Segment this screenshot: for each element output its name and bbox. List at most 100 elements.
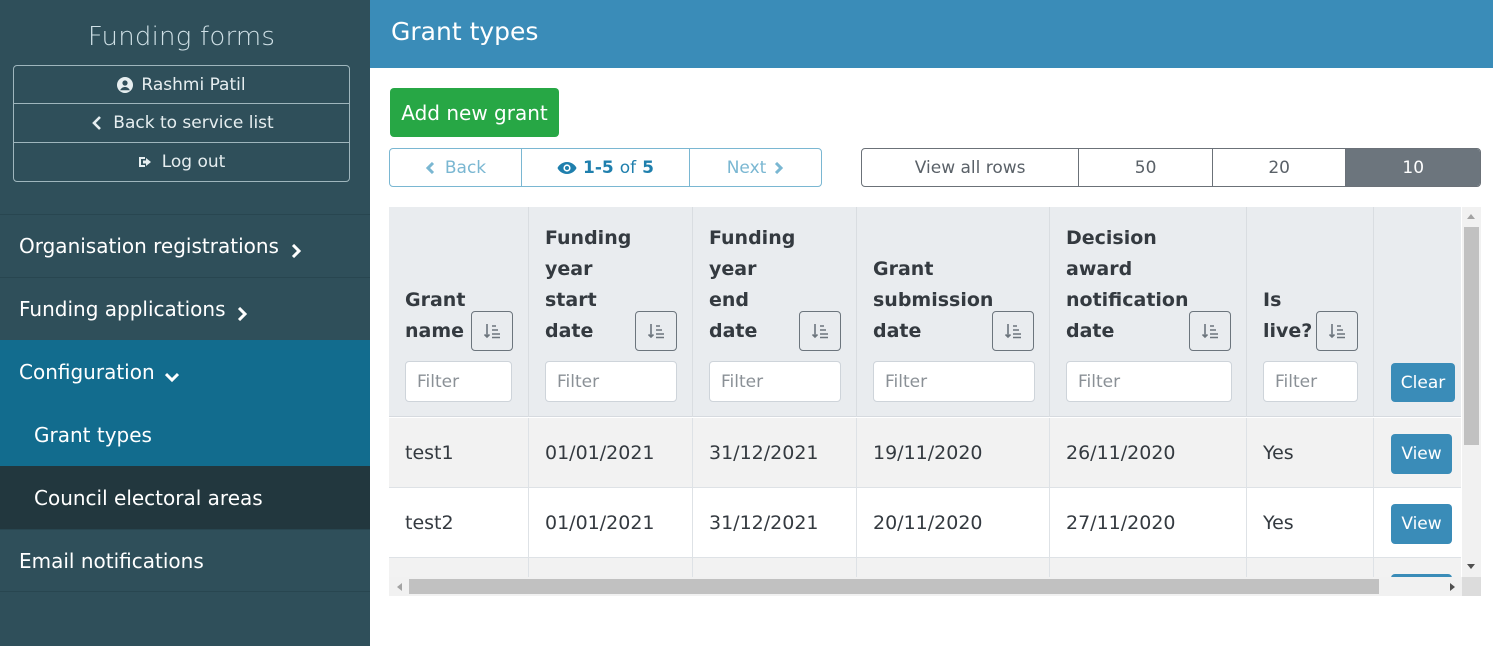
scroll-down-arrow-icon[interactable] bbox=[1467, 564, 1475, 569]
table-row bbox=[389, 558, 1461, 577]
chevron-right-icon bbox=[235, 302, 249, 322]
filter-input-is-live[interactable]: Filter bbox=[1263, 361, 1358, 402]
nav-label: Configuration bbox=[19, 360, 155, 384]
column-title: Is live? bbox=[1263, 289, 1313, 342]
cell-is-live: Yes bbox=[1247, 418, 1374, 488]
nav-label: Grant types bbox=[34, 423, 152, 447]
view-button[interactable]: View bbox=[1391, 434, 1452, 474]
column-header-submission-date: Grant submission date Filter bbox=[857, 207, 1050, 417]
cell-funding-end: 31/12/2021 bbox=[693, 488, 857, 558]
filter-input-grant-name[interactable]: Filter bbox=[405, 361, 512, 402]
user-profile-link[interactable]: Rashmi Patil bbox=[13, 65, 350, 104]
pager-back-label: Back bbox=[444, 157, 487, 178]
table-row: test2 01/01/2021 31/12/2021 20/11/2020 2… bbox=[389, 488, 1461, 558]
cell-empty bbox=[857, 558, 1050, 577]
column-title: Funding year start date bbox=[545, 227, 632, 342]
nav-configuration[interactable]: Configuration bbox=[0, 340, 370, 403]
pager-next-button[interactable]: Next bbox=[690, 149, 821, 186]
back-to-service-label: Back to service list bbox=[113, 113, 274, 133]
horizontal-scroll-thumb[interactable] bbox=[409, 579, 1379, 594]
cell-empty bbox=[1050, 558, 1247, 577]
cell-grant-name: test1 bbox=[389, 418, 529, 488]
view-button[interactable]: View bbox=[1391, 504, 1452, 544]
nav-funding-applications[interactable]: Funding applications bbox=[0, 277, 370, 340]
add-new-grant-button[interactable]: Add new grant bbox=[390, 88, 559, 137]
chevron-down-icon bbox=[164, 365, 179, 383]
logout-link[interactable]: Log out bbox=[13, 142, 350, 182]
pager-back-button[interactable]: Back bbox=[390, 149, 522, 186]
cell-funding-start: 01/01/2021 bbox=[529, 488, 693, 558]
pagination: Back 1-5 of 5 Next bbox=[389, 148, 822, 187]
sort-icon bbox=[1328, 324, 1345, 339]
vertical-scroll-thumb[interactable] bbox=[1464, 227, 1479, 445]
sign-out-icon bbox=[138, 157, 151, 167]
table-header: Grant name Filter Funding year start dat… bbox=[389, 207, 1461, 417]
view-all-rows-button[interactable]: View all rows bbox=[862, 149, 1080, 186]
sort-icon bbox=[483, 324, 500, 339]
column-header-decision-date: Decision award notification date Filter bbox=[1050, 207, 1247, 417]
user-name: Rashmi Patil bbox=[141, 74, 246, 95]
pager-next-label: Next bbox=[726, 157, 767, 178]
chevron-left-icon bbox=[92, 116, 102, 130]
nav-label: Email notifications bbox=[19, 548, 204, 573]
chevron-right-icon bbox=[775, 161, 784, 174]
rows-50-button[interactable]: 50 bbox=[1079, 149, 1213, 186]
nav-label: Funding applications bbox=[19, 297, 226, 321]
filter-input-funding-start[interactable]: Filter bbox=[545, 361, 677, 402]
scroll-left-arrow-icon[interactable] bbox=[397, 583, 402, 591]
column-title: Funding year end date bbox=[709, 227, 796, 342]
sort-button[interactable] bbox=[1316, 311, 1358, 351]
table-row: test1 01/01/2021 31/12/2021 19/11/2020 2… bbox=[389, 418, 1461, 488]
sort-icon bbox=[1201, 324, 1218, 339]
cell-decision-date: 27/11/2020 bbox=[1050, 488, 1247, 558]
vertical-scrollbar[interactable] bbox=[1462, 207, 1481, 577]
sort-button[interactable] bbox=[471, 311, 513, 351]
nav-organisation-registrations[interactable]: Organisation registrations bbox=[0, 214, 370, 277]
cell-empty bbox=[693, 558, 857, 577]
cell-empty bbox=[529, 558, 693, 577]
column-header-is-live: Is live? Filter bbox=[1247, 207, 1374, 417]
scroll-right-arrow-icon[interactable] bbox=[1450, 583, 1455, 591]
page-title: Grant types bbox=[391, 17, 539, 46]
sort-icon bbox=[1004, 324, 1021, 339]
rows-20-button[interactable]: 20 bbox=[1213, 149, 1347, 186]
rows-10-button[interactable]: 10 bbox=[1346, 149, 1480, 186]
eye-icon bbox=[557, 161, 577, 174]
logout-label: Log out bbox=[161, 152, 226, 172]
nav-label: Organisation registrations bbox=[19, 234, 279, 258]
column-title: Decision award notification date bbox=[1066, 227, 1189, 342]
filter-input-submission-date[interactable]: Filter bbox=[873, 361, 1035, 402]
sidebar-title: Funding forms bbox=[87, 22, 276, 52]
cell-funding-start: 01/01/2021 bbox=[529, 418, 693, 488]
sort-button[interactable] bbox=[799, 311, 841, 351]
user-circle-icon bbox=[117, 76, 134, 93]
horizontal-scrollbar[interactable] bbox=[389, 577, 1462, 596]
column-title: Grant submission date bbox=[873, 258, 994, 342]
nav-council-electoral-areas[interactable]: Council electoral areas bbox=[0, 466, 370, 529]
nav-label: Council electoral areas bbox=[34, 486, 263, 510]
clear-filters-button[interactable]: Clear bbox=[1391, 363, 1455, 402]
sort-icon bbox=[647, 324, 664, 339]
nav-email-notifications[interactable]: Email notifications bbox=[0, 529, 370, 592]
chevron-right-icon bbox=[289, 239, 303, 259]
grant-table: Grant name Filter Funding year start dat… bbox=[389, 207, 1461, 577]
column-header-funding-start: Funding year start date Filter bbox=[529, 207, 693, 417]
column-title: Grant name bbox=[405, 289, 466, 342]
scroll-up-arrow-icon[interactable] bbox=[1467, 214, 1475, 219]
column-header-actions: Clear bbox=[1374, 207, 1461, 417]
pager-total: 5 bbox=[642, 157, 654, 178]
nav-grant-types[interactable]: Grant types bbox=[0, 403, 370, 466]
filter-input-decision-date[interactable]: Filter bbox=[1066, 361, 1232, 402]
sort-button[interactable] bbox=[635, 311, 677, 351]
cell-submission-date: 19/11/2020 bbox=[857, 418, 1050, 488]
cell-is-live: Yes bbox=[1247, 488, 1374, 558]
back-to-service-list-link[interactable]: Back to service list bbox=[13, 103, 350, 143]
sort-button[interactable] bbox=[1189, 311, 1231, 351]
pager-of: of bbox=[619, 157, 637, 178]
page-header: Grant types bbox=[370, 0, 1493, 68]
filter-input-funding-end[interactable]: Filter bbox=[709, 361, 841, 402]
sort-button[interactable] bbox=[992, 311, 1034, 351]
cell-decision-date: 26/11/2020 bbox=[1050, 418, 1247, 488]
cell-empty bbox=[1247, 558, 1374, 577]
pager-range: 1-5 bbox=[583, 157, 614, 178]
